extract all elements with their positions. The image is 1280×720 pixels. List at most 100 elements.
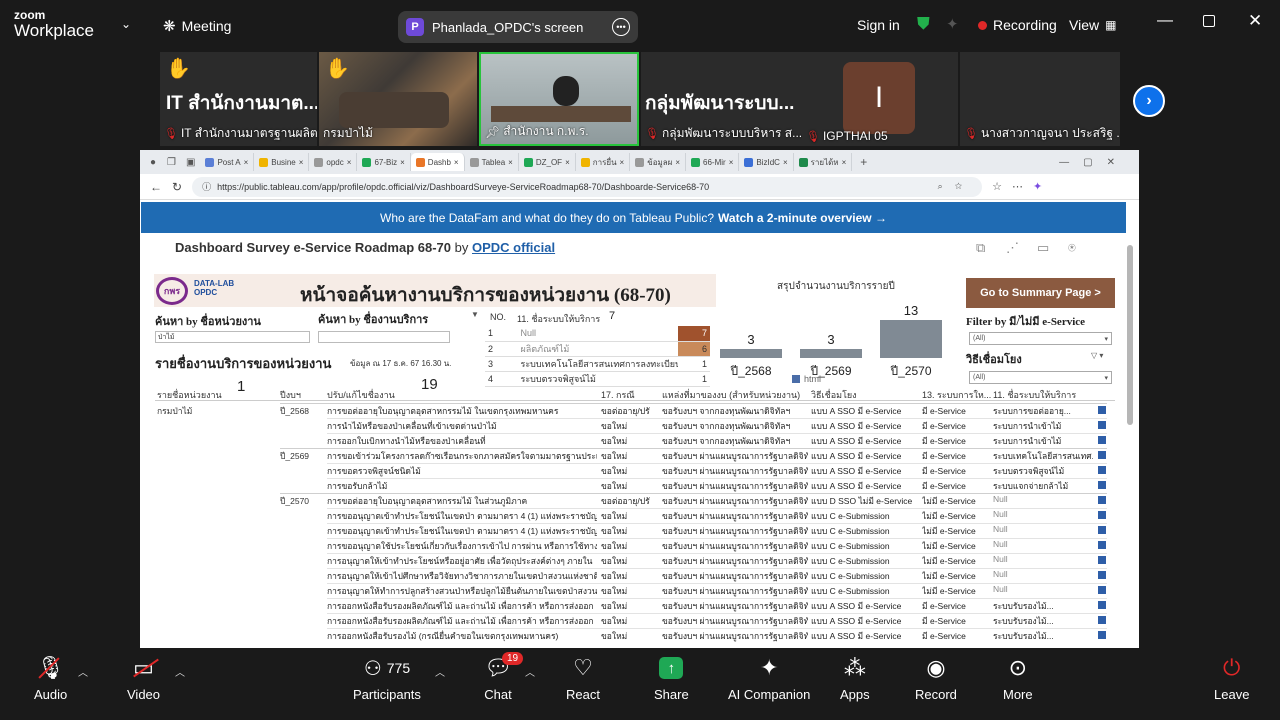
author-link[interactable]: OPDC official	[472, 240, 555, 255]
table-row[interactable]: การออกหนังสือรับรองผลิตภัณฑ์ไม้ และถ่านไ…	[140, 598, 1139, 613]
leave-button[interactable]: ⏻ Leave	[1214, 655, 1249, 702]
audio-button[interactable]: 🎙︎ Audio	[34, 655, 67, 702]
site-info-icon[interactable]: ⓘ	[202, 180, 211, 193]
table-row[interactable]: 1 Null 7	[485, 326, 710, 342]
search-agency-input[interactable]: ป่าไม้	[155, 331, 310, 343]
profile-icon[interactable]: ●	[144, 157, 162, 168]
dropdown-arrow-icon[interactable]: ▼	[471, 310, 479, 319]
copy-icon[interactable]: ⧉	[976, 240, 985, 256]
download-icon[interactable]: ⍟	[1068, 240, 1076, 256]
participant-tile[interactable]: ✋ กรมป่าไม้	[319, 52, 477, 146]
html-marker[interactable]	[1098, 586, 1106, 594]
participant-tile[interactable]: ✋ IT สำนักงานมาต... 🎙︎ IT สำนักงานมาตรฐาน…	[160, 52, 317, 146]
go-summary-button[interactable]: Go to Summary Page >	[966, 278, 1115, 308]
view-button[interactable]: View ▦	[1069, 17, 1116, 33]
close-icon[interactable]: ✕	[1248, 11, 1262, 31]
html-marker[interactable]	[1098, 556, 1106, 564]
table-row[interactable]: การขออนุญาตเข้าทำประโยชน์ในเขตป่า ตามมาต…	[140, 523, 1139, 538]
table-row[interactable]: การออกหนังสือรับรองไม้ (กรณียื่นคำขอในเข…	[140, 628, 1139, 643]
new-tab-icon[interactable]: +	[852, 155, 875, 169]
browser-tab[interactable]: Post A ×	[200, 153, 255, 171]
summary-bar[interactable]	[720, 349, 782, 358]
restore-icon[interactable]	[1203, 15, 1215, 27]
html-marker[interactable]	[1098, 541, 1106, 549]
html-marker[interactable]	[1098, 496, 1106, 504]
table-row[interactable]: ปี_2569 การขอเข้าร่วมโครงการลดก๊าซเรือนกร…	[140, 448, 1139, 463]
recording-indicator[interactable]: Recording	[978, 17, 1057, 33]
browser-tab-active[interactable]: Dashb ×	[410, 153, 465, 171]
chat-options-caret[interactable]: ︿	[525, 664, 535, 679]
table-row[interactable]: 4 ระบบตรวจพิสูจน์ไม้ 1	[485, 371, 710, 387]
apps-button[interactable]: ⁂ Apps	[840, 655, 870, 702]
back-icon[interactable]: ←	[150, 180, 162, 194]
copilot-icon[interactable]: ✦	[1033, 180, 1042, 193]
url-field[interactable]: ⓘ https://public.tableau.com/app/profile…	[192, 176, 983, 197]
react-button[interactable]: ♡ React	[566, 655, 600, 702]
more-options-icon[interactable]: •••	[612, 18, 630, 36]
browser-tab[interactable]: การยื่น ×	[576, 153, 631, 171]
html-marker[interactable]	[1098, 601, 1106, 609]
window-controls-icon[interactable]: —▢✕	[1059, 157, 1139, 168]
connect-method-select[interactable]: (All) ▾	[969, 371, 1112, 384]
html-marker[interactable]	[1098, 631, 1106, 639]
table-row[interactable]: 3 ระบบเทคโนโลยีสารสนเทศการลงทะเบียน... 1	[485, 356, 710, 372]
participant-tile[interactable]: 🎙︎ นางสาวกาญจนา ประสริฐ ...	[960, 52, 1120, 146]
browser-tab[interactable]: opdc ×	[309, 153, 358, 171]
browser-tab[interactable]: BizIdC ×	[739, 153, 794, 171]
participants-options-caret[interactable]: ︿	[435, 664, 445, 679]
table-row[interactable]: การออกหนังสือรับรองผลิตภัณฑ์ไม้ และถ่านไ…	[140, 613, 1139, 628]
summary-bar[interactable]	[800, 349, 862, 358]
html-marker[interactable]	[1098, 406, 1106, 414]
ai-companion-button[interactable]: ✦ AI Companion	[728, 655, 810, 702]
browser-tab[interactable]: 66-Mir ×	[686, 153, 740, 171]
browser-tab[interactable]: Tablea ×	[465, 153, 519, 171]
workspaces-icon[interactable]: ❐	[162, 157, 181, 168]
table-row[interactable]: 2 ผลิตภัณฑ์ไม้ 6	[485, 341, 710, 357]
browser-tab[interactable]: Busine ×	[254, 153, 310, 171]
reload-icon[interactable]: ↻	[172, 180, 182, 194]
table-row[interactable]: การขออนุญาตเข้าทำประโยชน์ในเขตป่า ตามมาต…	[140, 508, 1139, 523]
table-row[interactable]: การนำไม้หรือของป่าเคลื่อนที่เข้าเขตด่านป…	[140, 418, 1139, 433]
browser-tab[interactable]: DZ_OF ×	[519, 153, 576, 171]
video-options-caret[interactable]: ︿	[175, 664, 185, 679]
audio-options-caret[interactable]: ︿	[78, 664, 88, 679]
html-marker[interactable]	[1098, 466, 1106, 474]
table-row[interactable]: การอนุญาตให้เข้าทำประโยชน์หรืออยู่อาศัย …	[140, 553, 1139, 568]
table-row[interactable]: การออกใบเบิกทางนำไม้หรือของป่าเคลื่อนที่…	[140, 433, 1139, 448]
zoom-star-icon[interactable]: ⌕☆	[938, 181, 982, 192]
more-icon[interactable]: ⋯	[1012, 180, 1023, 193]
chat-button[interactable]: 💬︎ 19 Chat	[484, 652, 524, 702]
minimize-icon[interactable]: —	[1157, 12, 1173, 30]
table-row[interactable]: การอนุญาตให้เข้าไปศึกษาหรือวิจัยทางวิชาก…	[140, 568, 1139, 583]
page-scrollbar[interactable]	[1127, 245, 1133, 425]
table-row[interactable]: ปี_2568 การขอต่ออายุใบอนุญาตอุตสาหกรรมไม้…	[140, 403, 1139, 418]
summary-bar[interactable]	[880, 320, 942, 358]
dropdown-arrow-icon[interactable]: ▽ ▾	[1091, 351, 1103, 360]
browser-tab[interactable]: ข้อมูลผ ×	[630, 153, 687, 171]
watch-overview-link[interactable]: Watch a 2-minute overview →	[718, 211, 887, 225]
screen-share-indicator[interactable]: P Phanlada_OPDC's screen •••	[398, 11, 638, 43]
html-marker[interactable]	[1098, 526, 1106, 534]
more-button[interactable]: ⊙ More	[1003, 655, 1033, 702]
table-row[interactable]: การอนุญาตให้ทำการปลูกสร้างสวนป่าหรือปลูก…	[140, 583, 1139, 598]
html-marker[interactable]	[1098, 421, 1106, 429]
record-button[interactable]: ◉ Record	[915, 655, 957, 702]
comment-icon[interactable]: ▭	[1037, 240, 1049, 256]
table-row[interactable]: การขออนุญาตใช้ประโยชน์เกี่ยวกับเรื่องการ…	[140, 538, 1139, 553]
sparkle-icon[interactable]: ✦	[946, 15, 959, 33]
next-page-icon[interactable]: ›	[1133, 85, 1165, 117]
tab-actions-icon[interactable]: ▣	[181, 157, 200, 168]
meeting-menu[interactable]: ❋ Meeting	[163, 17, 231, 35]
table-row[interactable]: การขอตรวจพิสูจน์ชนิดไม้ ขอใหม่ ขอรับงบฯ ผ่…	[140, 463, 1139, 478]
browser-tab[interactable]: รายได้ห ×	[794, 153, 853, 171]
participant-tile-active[interactable]: 📌︎ สำนักงาน ก.พ.ร.	[479, 52, 639, 146]
video-button[interactable]: ▭ Video	[127, 655, 160, 702]
eservice-filter-select[interactable]: (All) ▾	[969, 332, 1112, 345]
participants-button[interactable]: ⚇ 775 Participants	[353, 655, 421, 703]
share-icon[interactable]: ⋰	[1006, 240, 1019, 256]
share-button[interactable]: ↑ Share	[654, 655, 689, 702]
sign-in-button[interactable]: Sign in	[857, 17, 900, 33]
chevron-down-icon[interactable]: ⌄	[121, 17, 131, 31]
html-marker[interactable]	[1098, 616, 1106, 624]
favorites-icon[interactable]: ☆	[992, 180, 1002, 193]
